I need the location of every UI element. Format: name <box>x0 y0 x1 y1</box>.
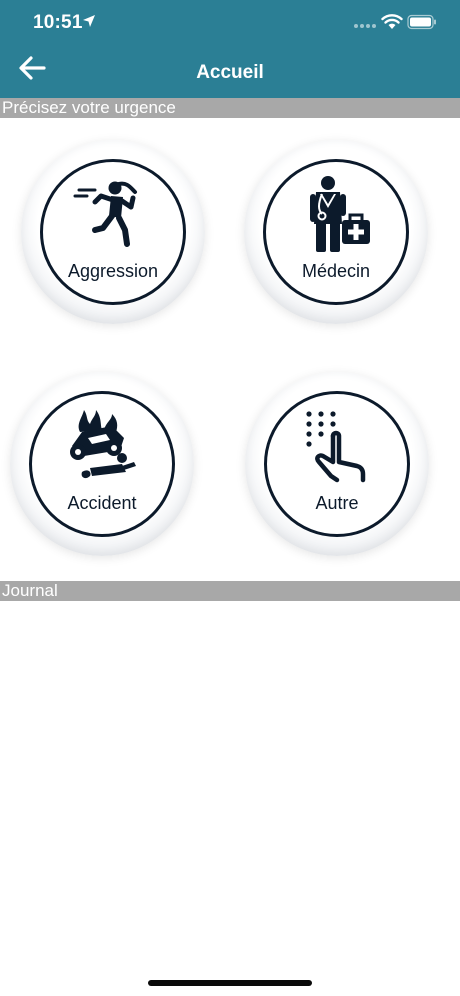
home-indicator[interactable] <box>148 980 312 986</box>
app-screen: 10:51 Accueil Précisez votre urgence Agg… <box>0 0 460 996</box>
doctor-button[interactable]: Médecin <box>244 140 428 324</box>
navigation-bar: 10:51 Accueil <box>0 0 460 98</box>
doctor-icon <box>310 176 370 252</box>
section-header-journal: Journal <box>0 581 460 601</box>
aggression-label: Aggression <box>67 261 159 281</box>
section-header-urgence: Précisez votre urgence <box>0 98 460 118</box>
cellular-signal-icon <box>354 24 376 28</box>
aggression-icon <box>73 181 137 247</box>
other-button[interactable]: Autre <box>245 372 429 556</box>
status-time: 10:51 <box>33 12 83 33</box>
gesture-icon <box>306 411 366 483</box>
battery-icon <box>407 14 436 30</box>
wifi-icon <box>381 14 403 29</box>
accident-button[interactable]: Accident <box>10 372 194 556</box>
doctor-label: Médecin <box>301 261 371 281</box>
page-title: Accueil <box>196 62 264 83</box>
other-label: Autre <box>315 493 359 513</box>
location-arrow-icon <box>83 15 95 27</box>
accident-label: Accident <box>67 493 137 513</box>
accident-icon <box>70 410 136 479</box>
aggression-button[interactable]: Aggression <box>21 140 205 324</box>
